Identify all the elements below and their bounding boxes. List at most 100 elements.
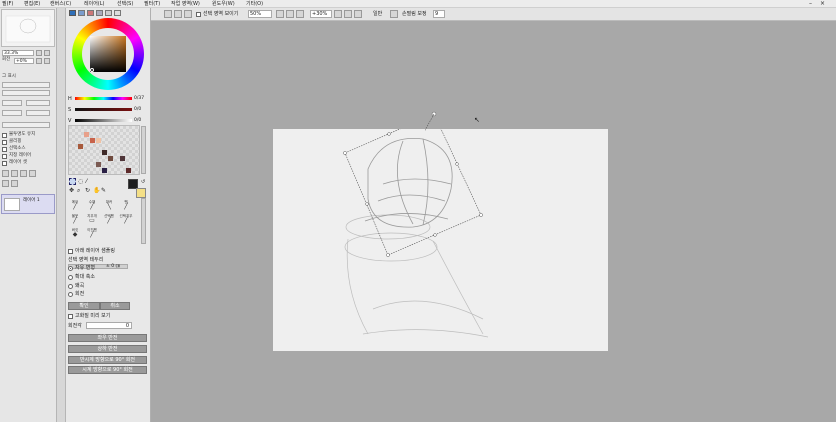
rotate-right-button[interactable] xyxy=(44,58,50,64)
preserve-opacity-checkbox[interactable] xyxy=(2,133,7,138)
hand-icon[interactable]: ✋ xyxy=(93,187,100,194)
free-transform-radio[interactable] xyxy=(68,266,73,271)
new-layer-button[interactable] xyxy=(2,170,9,177)
brush-binary-pen[interactable]: 이진펜 ╱ xyxy=(85,228,99,239)
rotate-icon[interactable]: ↻ xyxy=(85,187,90,194)
flip-vertical-button[interactable]: 상하 반전 xyxy=(68,345,147,353)
zoom-reset-icon[interactable] xyxy=(296,10,304,18)
rotate-cw-icon[interactable] xyxy=(344,10,352,18)
eyedropper-icon[interactable]: ✎ xyxy=(101,187,106,194)
swatch[interactable] xyxy=(90,138,95,143)
swatch[interactable] xyxy=(126,168,131,173)
clear-layer-button[interactable] xyxy=(11,180,18,187)
option-field-c[interactable] xyxy=(2,110,22,116)
layer-set-checkbox[interactable] xyxy=(2,161,7,166)
undo-button[interactable] xyxy=(164,10,172,18)
brush-select-pen[interactable]: 선택펜 ╱ xyxy=(102,214,116,225)
mode-label[interactable]: 일반 xyxy=(373,11,382,17)
rotate-radio[interactable] xyxy=(68,292,73,297)
saturation-slider[interactable] xyxy=(75,108,132,111)
opacity-field[interactable] xyxy=(2,90,50,96)
layer-mask-button[interactable] xyxy=(2,180,9,187)
option-field-a[interactable] xyxy=(2,100,22,106)
distort-radio[interactable] xyxy=(68,284,73,289)
brush-grid-scrollbar[interactable] xyxy=(141,198,146,244)
clipping-checkbox[interactable] xyxy=(2,140,7,145)
zoom-select[interactable]: 50% xyxy=(248,10,272,18)
rotate-cw-90-button[interactable]: 시계 방향으로 90° 회전 xyxy=(68,366,147,374)
mixer-tab-icon[interactable] xyxy=(114,10,121,16)
cancel-button[interactable]: 취소 xyxy=(100,302,130,310)
swatch-grid[interactable] xyxy=(68,125,140,175)
redo-button[interactable] xyxy=(174,10,182,18)
navigator-preview[interactable] xyxy=(1,9,55,47)
layer-row[interactable]: 레이어 1 xyxy=(1,194,55,214)
stabilizer-select[interactable]: 9 xyxy=(433,10,445,18)
swatch[interactable] xyxy=(120,156,125,161)
specify-layer-checkbox[interactable] xyxy=(2,154,7,159)
menu-filter[interactable]: 필터(T) xyxy=(144,1,160,7)
rotation-select[interactable]: +30% xyxy=(310,10,332,18)
hsv-slider-tab-icon[interactable] xyxy=(87,10,94,16)
brush-select-eraser[interactable]: 선택지우 ╱ xyxy=(119,214,133,225)
background-color-swatch[interactable] xyxy=(136,188,146,198)
option-field-b[interactable] xyxy=(26,100,50,106)
show-selection-checkbox[interactable] xyxy=(196,12,201,17)
close-icon[interactable]: × xyxy=(818,0,827,7)
drawing-canvas[interactable] xyxy=(273,112,608,351)
swatch[interactable] xyxy=(102,150,107,155)
zoom-out-button[interactable] xyxy=(44,50,50,56)
hue-slider[interactable] xyxy=(75,97,132,100)
saturation-value-square[interactable] xyxy=(90,36,126,72)
zoom-in-button[interactable] xyxy=(36,50,42,56)
menu-window[interactable]: 윈도우(W) xyxy=(212,1,235,7)
menu-select[interactable]: 선택(S) xyxy=(117,1,133,7)
panel-scrollbar[interactable] xyxy=(57,8,66,422)
magic-wand-icon[interactable]: ⁄ xyxy=(86,178,87,185)
high-quality-preview-checkbox[interactable] xyxy=(68,314,73,319)
value-slider[interactable] xyxy=(75,119,132,122)
brush-airbrush[interactable]: 에어 ╱ xyxy=(68,200,82,211)
swatch[interactable] xyxy=(96,162,101,167)
color-wheel-tab-icon[interactable] xyxy=(69,10,76,16)
menu-other[interactable]: 기타(O) xyxy=(246,1,263,7)
zoom-out-icon[interactable] xyxy=(276,10,284,18)
swatch[interactable] xyxy=(78,144,83,149)
zoom-icon[interactable]: ⌕ xyxy=(77,187,80,195)
rotate-ccw-icon[interactable] xyxy=(334,10,342,18)
brush-pen[interactable]: 펜 ╱ xyxy=(119,200,133,211)
lasso-icon[interactable]: ◌ xyxy=(78,178,83,185)
swatch-tab-icon[interactable] xyxy=(96,10,103,16)
menu-layer[interactable]: 레이어(L) xyxy=(84,1,105,7)
rotation-field[interactable]: +0% xyxy=(14,58,34,64)
flip-horizontal-button[interactable]: 좌우 반전 xyxy=(68,334,147,342)
menu-canvas[interactable]: 캔버스(C) xyxy=(50,1,71,7)
move-icon[interactable]: ✥ xyxy=(69,187,74,194)
merge-down-button[interactable] xyxy=(20,170,27,177)
minimize-icon[interactable]: – xyxy=(806,0,815,7)
swatch[interactable] xyxy=(84,132,89,137)
scratchpad-tab-icon[interactable] xyxy=(105,10,112,16)
blend-mode-field[interactable] xyxy=(2,82,50,88)
swatch[interactable] xyxy=(102,168,107,173)
brush-water[interactable]: 물붓 ╱ xyxy=(68,214,82,225)
ok-button[interactable]: 확인 xyxy=(68,302,100,310)
rgb-slider-tab-icon[interactable] xyxy=(78,10,85,16)
menu-edit[interactable]: 편집(E) xyxy=(24,1,40,7)
angle-field[interactable]: 0 xyxy=(86,322,132,329)
swatch[interactable] xyxy=(96,138,101,143)
brush-bucket[interactable]: 버킷 ◆ xyxy=(68,228,82,239)
flip-icon[interactable] xyxy=(390,10,398,18)
rect-select-icon[interactable] xyxy=(69,178,76,185)
scale-radio[interactable] xyxy=(68,275,73,280)
rotate-ccw-90-button[interactable]: 반시계 방향으로 90° 회전 xyxy=(68,356,147,364)
swatch[interactable] xyxy=(108,156,113,161)
menu-file[interactable]: 필(F) xyxy=(2,1,13,7)
swap-colors-icon[interactable]: ↺ xyxy=(141,179,145,185)
brush-marker[interactable]: 마커 ╲ xyxy=(102,200,116,211)
selection-source-checkbox[interactable] xyxy=(2,147,7,152)
color-picker-cursor[interactable] xyxy=(90,68,94,72)
rotate-left-button[interactable] xyxy=(36,58,42,64)
option-field-e[interactable] xyxy=(2,122,50,128)
delete-layer-button[interactable] xyxy=(29,170,36,177)
